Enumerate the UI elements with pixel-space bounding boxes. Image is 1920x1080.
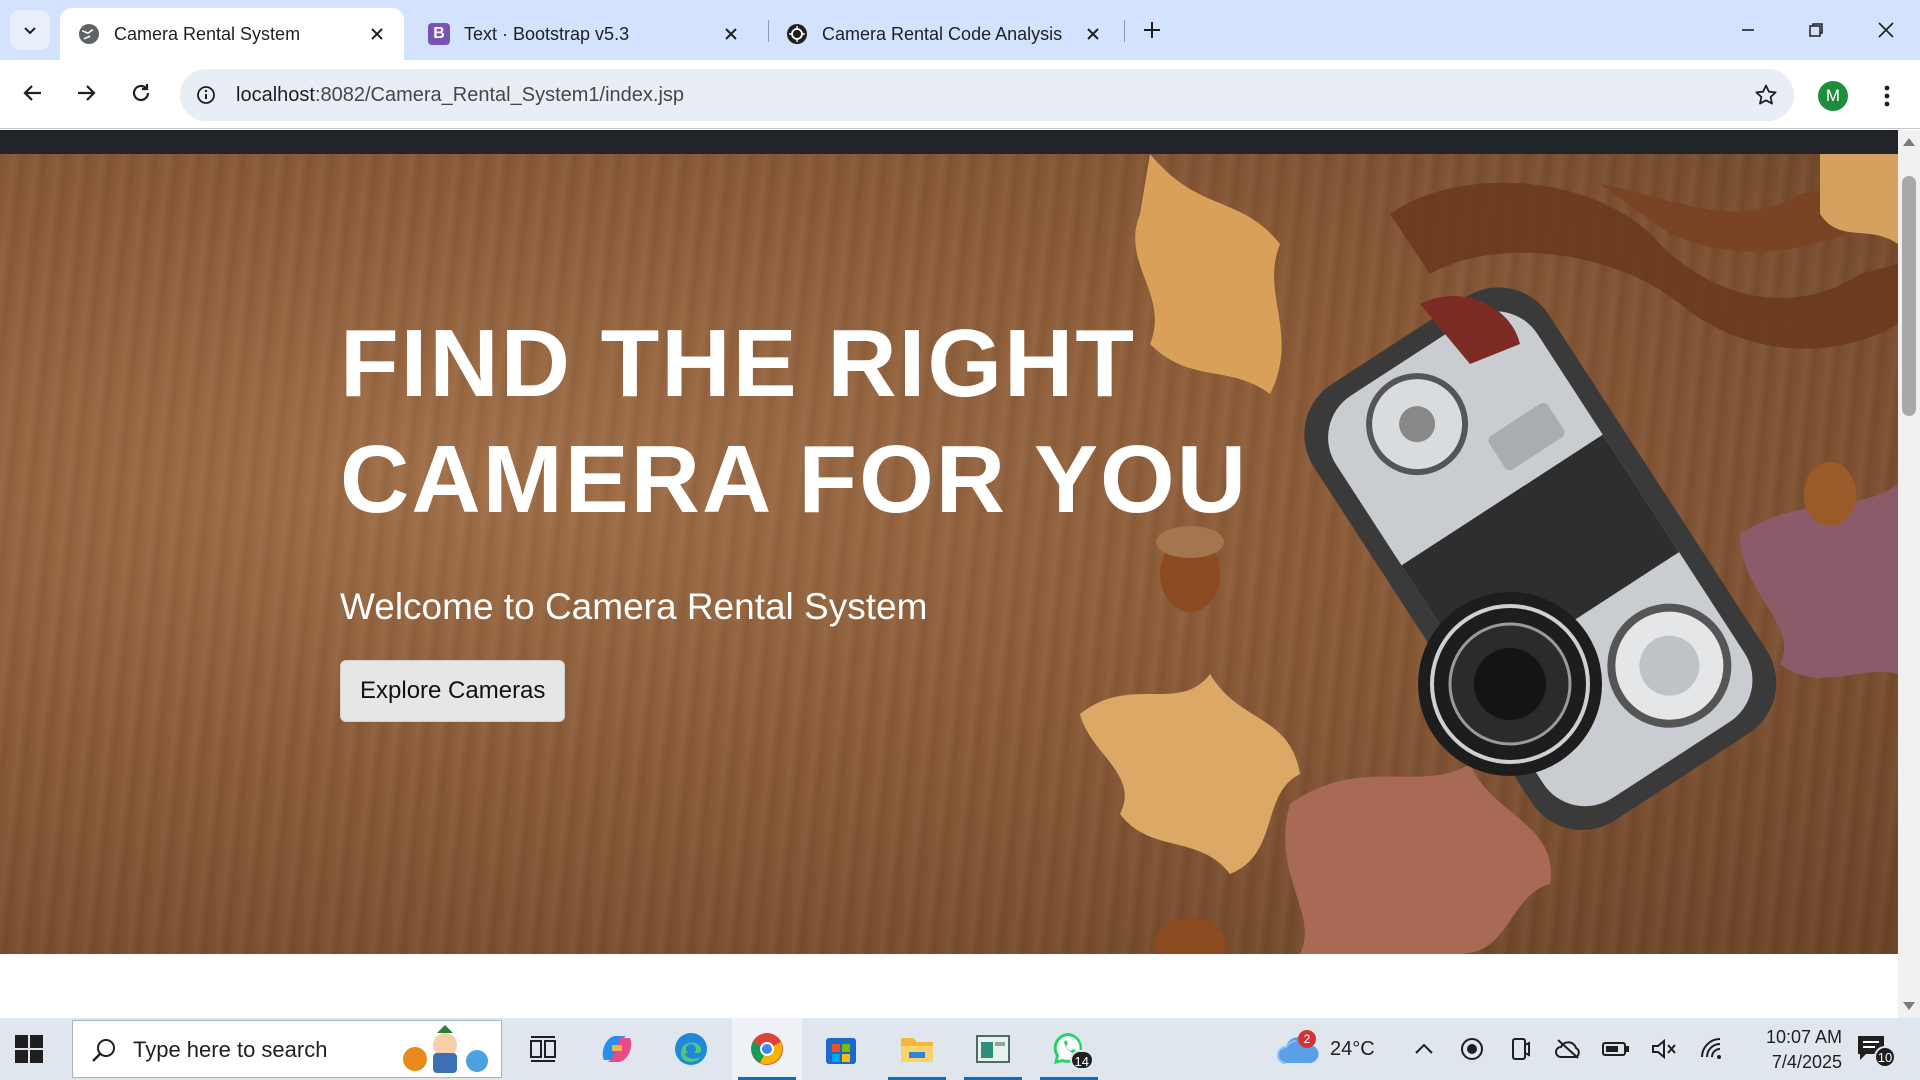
new-tab-button[interactable] (1136, 14, 1168, 46)
minimize-button[interactable] (1714, 0, 1782, 60)
forward-button[interactable] (66, 73, 106, 113)
app-window[interactable] (958, 1018, 1028, 1080)
hero-subtitle: Welcome to Camera Rental System (340, 586, 928, 627)
copilot-app[interactable] (582, 1018, 652, 1080)
tab-title: Text · Bootstrap v5.3 (464, 23, 630, 44)
task-view-icon (530, 1036, 556, 1062)
tab-code-analysis[interactable]: Camera Rental Code Analysis (768, 8, 1120, 60)
volume-muted-icon (1652, 1038, 1676, 1060)
tab-title: Camera Rental System (114, 23, 301, 44)
clock-time: 10:07 AM (1765, 1027, 1842, 1047)
record-icon (1461, 1038, 1483, 1060)
network-tray-button[interactable] (1698, 1035, 1726, 1063)
meet-tray-button[interactable] (1506, 1035, 1534, 1063)
search-placeholder: Type here to search (133, 1037, 328, 1062)
show-hidden-icons-button[interactable] (1410, 1035, 1438, 1063)
hero-text-block: FIND THE RIGHT CAMERA FOR YOU Welcome to… (340, 306, 1300, 722)
tab-separator (1124, 20, 1125, 42)
onedrive-tray-button[interactable] (1554, 1035, 1582, 1063)
scroll-up-arrow[interactable] (1903, 138, 1915, 146)
phone-link-icon (1512, 1038, 1530, 1060)
volume-tray-button[interactable] (1650, 1035, 1678, 1063)
chatgpt-icon (786, 23, 808, 45)
file-explorer-app[interactable] (882, 1018, 952, 1080)
arrow-right-icon (78, 85, 96, 101)
reload-button[interactable] (121, 73, 161, 113)
chevron-up-icon (1415, 1043, 1433, 1054)
weather-alert-badge: 2 (1298, 1030, 1316, 1048)
task-view-button[interactable] (508, 1018, 578, 1080)
chevron-down-icon (24, 27, 36, 35)
page-viewport: FIND THE RIGHT CAMERA FOR YOU Welcome to… (0, 130, 1898, 1018)
profile-avatar[interactable]: M (1818, 81, 1848, 111)
back-button[interactable] (13, 73, 53, 113)
cloud-offline-icon (1555, 1039, 1580, 1059)
scroll-down-arrow[interactable] (1903, 1002, 1915, 1010)
close-window-button[interactable] (1852, 0, 1920, 60)
bootstrap-icon: B (428, 23, 450, 45)
explore-cameras-button[interactable]: Explore Cameras (340, 660, 566, 722)
taskbar-search-input[interactable]: Type here to search (72, 1020, 502, 1078)
reload-icon (132, 84, 150, 102)
edge-app[interactable] (656, 1018, 726, 1080)
close-icon[interactable] (720, 23, 742, 45)
system-clock[interactable]: 10:07 AM 7/4/2025 (1742, 1025, 1842, 1075)
close-icon[interactable] (366, 23, 388, 45)
chrome-app[interactable] (732, 1018, 802, 1080)
kebab-menu-icon (1884, 85, 1890, 107)
scroll-thumb[interactable] (1902, 176, 1916, 416)
notification-badge: 10 (1874, 1046, 1896, 1068)
minimize-icon (1742, 29, 1754, 31)
edge-icon (675, 1033, 707, 1065)
hero-section: FIND THE RIGHT CAMERA FOR YOU Welcome to… (0, 154, 1898, 954)
weather-temperature: 24°C (1330, 1037, 1375, 1060)
close-icon (1878, 22, 1894, 38)
page-scrollbar[interactable] (1898, 130, 1920, 1018)
tab-bootstrap[interactable]: B Text · Bootstrap v5.3 (410, 8, 758, 60)
record-tray-button[interactable] (1458, 1035, 1486, 1063)
whatsapp-badge: 14 (1069, 1050, 1094, 1070)
tab-strip: Camera Rental System B Text · Bootstrap … (0, 0, 1920, 60)
store-app[interactable] (806, 1018, 876, 1080)
restore-icon (1809, 23, 1823, 37)
site-navbar (0, 130, 1898, 154)
bookmark-star-icon[interactable] (1752, 81, 1780, 109)
store-icon (826, 1038, 856, 1064)
chrome-icon (751, 1033, 783, 1065)
search-highlight-icon (403, 1025, 488, 1073)
browser-toolbar: localhost:8082/Camera_Rental_System1/ind… (0, 60, 1920, 129)
site-info-icon[interactable] (194, 83, 218, 107)
wifi-icon (1701, 1038, 1721, 1059)
plus-icon (1144, 22, 1160, 38)
tab-search-button[interactable] (10, 10, 50, 50)
browser-menu-button[interactable] (1872, 76, 1902, 116)
address-bar[interactable]: localhost:8082/Camera_Rental_System1/ind… (180, 69, 1794, 121)
url-path: :8082/Camera_Rental_System1/index.jsp (314, 84, 685, 106)
app-window-icon (976, 1035, 1010, 1063)
copilot-icon (602, 1036, 632, 1062)
url-host: localhost (236, 84, 315, 106)
tab-camera-rental[interactable]: Camera Rental System (60, 8, 404, 60)
notification-center-button[interactable]: 10 (1856, 1034, 1896, 1068)
globe-icon (78, 23, 100, 45)
arrow-left-icon (23, 85, 41, 101)
search-icon (92, 1039, 115, 1062)
url-text[interactable]: localhost:8082/Camera_Rental_System1/ind… (236, 69, 684, 121)
battery-icon (1602, 1042, 1629, 1056)
whatsapp-app[interactable]: 14 (1034, 1018, 1104, 1080)
windows-start-icon[interactable] (14, 1034, 44, 1064)
windows-taskbar: Type here to search 14 2 24°C 10:07 AM 7… (0, 1018, 1920, 1080)
folder-icon (901, 1038, 933, 1062)
clock-date: 7/4/2025 (1771, 1052, 1842, 1072)
hero-title: FIND THE RIGHT CAMERA FOR YOU (340, 310, 1249, 533)
weather-widget[interactable]: 2 24°C (1276, 1018, 1375, 1080)
restore-button[interactable] (1782, 0, 1850, 60)
tab-title: Camera Rental Code Analysis (822, 23, 1063, 44)
battery-tray-button[interactable] (1602, 1035, 1630, 1063)
close-icon[interactable] (1082, 23, 1104, 45)
